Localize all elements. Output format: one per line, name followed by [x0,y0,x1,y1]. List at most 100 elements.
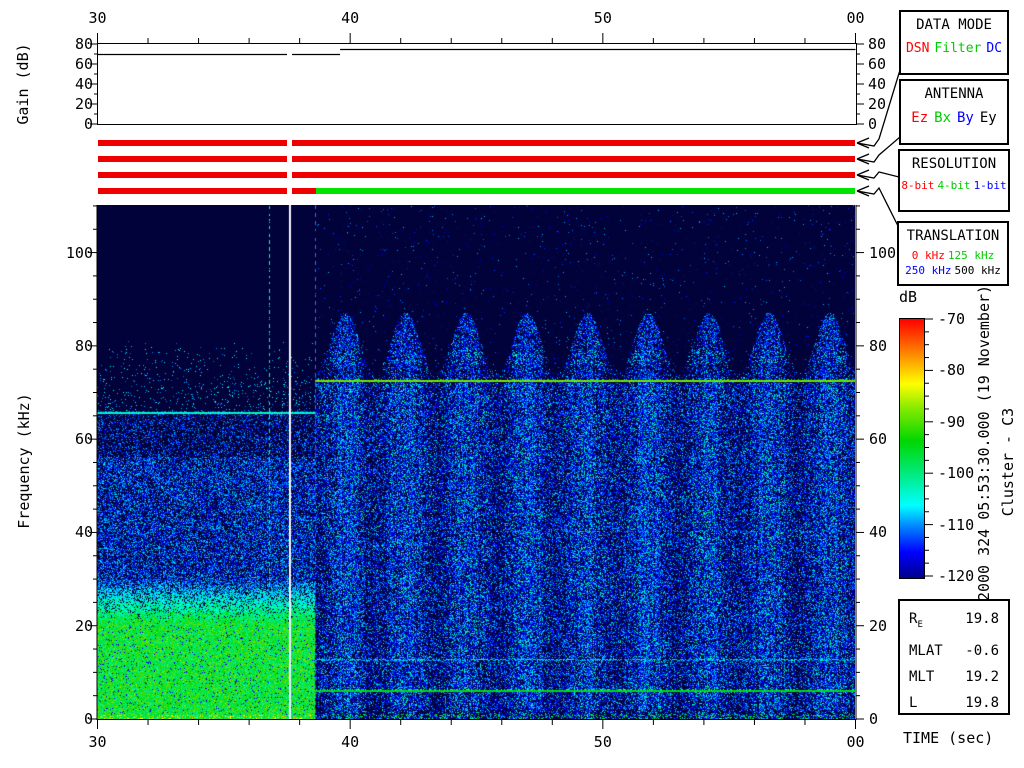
data-mode-bar-segment [97,140,287,146]
gain-tick-label-left: 80 [74,35,93,53]
gain-tick-label-right: 60 [868,55,887,73]
time-tick-label-top: 50 [593,9,612,27]
freq-tick-label-right: 40 [869,523,888,542]
gain-tick-label-left: 0 [83,115,93,133]
callout-translation [856,185,899,227]
time-tick-label-top: 40 [341,9,360,27]
ephemeris-row-mlt: MLT 19.2 [900,664,1008,690]
ephemeris-value: -0.6 [965,642,999,659]
data-mode-option-dsn: DSN [905,41,930,56]
antenna-bar-segment [97,156,287,162]
spectrogram-canvas [97,205,855,719]
colorbar-unit-label: dB [899,288,918,306]
callout-lines [856,69,901,227]
translation-option-125-khz: 125 kHz [947,249,995,262]
freq-tick-label-left: 60 [74,430,93,449]
translation-option-500-khz: 500 kHz [954,264,1001,277]
freq-tick-label-left: 20 [74,616,93,635]
data-mode-options: DSN Filter DC [901,41,1007,56]
spacecraft-annotation: Cluster - C3 [999,407,1017,517]
resolution-panel: RESOLUTION 8-bit 4-bit 1-bit [898,149,1010,212]
freq-tick-label-right: 100 [869,243,897,262]
ephemeris-label: MLAT [909,642,943,659]
gain-tick-label-right: 80 [868,35,887,53]
colorbar-tick-label: -100 [938,464,975,483]
freq-tick-label-left: 100 [65,243,93,262]
gain-tick-label-left: 20 [74,95,93,113]
freq-tick-label-right: 80 [869,336,888,355]
data-mode-title: DATA MODE [916,17,992,33]
gain-tick-label-left: 40 [74,75,93,93]
freq-tick-label-right: 20 [869,616,888,635]
resolution-option-4-bit: 4-bit [937,179,971,192]
translation-bar-segment [315,188,856,194]
time-tick-label-bottom: 00 [846,733,865,751]
data-mode-option-dc: DC [986,41,1003,56]
callout-resolution [856,169,900,181]
ephemeris-value: 19.2 [965,668,999,685]
gain-tick-label-right: 0 [868,115,878,133]
time-tick-label-top: 00 [846,9,865,27]
resolution-option-1-bit: 1-bit [973,179,1007,192]
antenna-option-bx: Bx [934,110,951,126]
translation-options: 0 kHz 125 kHz 250 kHz 500 kHz [899,248,1007,277]
translation-title: TRANSLATION [906,228,1000,244]
colorbar-tick-label: -80 [938,361,966,380]
translation-bar-segment [97,188,287,194]
freq-tick-label-right: 0 [869,710,879,728]
resolution-bar-segment [97,172,287,178]
ephemeris-label: L [909,694,918,711]
ephemeris-label: RE [909,611,923,630]
freq-tick-label-right: 60 [869,430,888,449]
ephemeris-value: 19.8 [965,694,999,711]
translation-row: 250 kHz 500 kHz [899,264,1007,277]
time-tick-label-top: 30 [88,9,107,27]
data-mode-panel: DATA MODE DSN Filter DC [899,10,1009,75]
ephemeris-row-mlat: MLAT -0.6 [900,638,1008,664]
callout-antenna [856,136,901,165]
resolution-option-8-bit: 8-bit [901,179,935,192]
gain-axis-label: Gain (dB) [14,43,32,125]
data-mode-option-filter: Filter [934,41,982,56]
colorbar-tick-label: -120 [938,567,975,585]
colorbar-tick-label: -90 [938,412,966,431]
translation-row: 0 kHz 125 kHz [899,249,1007,262]
time-tick-label-bottom: 40 [341,733,360,751]
spectrogram-plot-area [97,205,855,719]
resolution-title: RESOLUTION [911,156,997,172]
time-tick-label-bottom: 50 [593,733,612,751]
translation-panel: TRANSLATION 0 kHz 125 kHz 250 kHz 500 kHz [897,221,1009,286]
colorbar [899,318,925,579]
time-axis-label: TIME (sec) [903,729,994,747]
ephemeris-value: 19.8 [965,611,999,627]
antenna-option-ez: Ez [911,110,929,126]
gain-tick-label-left: 60 [74,55,93,73]
gain-tick-label-right: 20 [868,95,887,113]
freq-tick-label-left: 80 [74,336,93,355]
resolution-bar-segment [292,172,856,178]
wbd-spectrogram-display: Gain (dB) Frequency (kHz) DATA MODE DSN F… [0,0,1024,768]
antenna-options: Ez Bx By Ey [901,110,1007,126]
gain-tick-label-right: 40 [868,75,887,93]
antenna-bar-segment [292,156,856,162]
freq-tick-label-left: 0 [83,710,93,728]
data-mode-bar-segment [292,140,856,146]
antenna-option-ey: Ey [979,110,997,126]
resolution-options: 8-bit 4-bit 1-bit [900,179,1008,192]
colorbar-tick-label: -70 [938,310,966,328]
ephemeris-row-l: L 19.8 [900,690,1008,716]
colorbar-gradient [900,319,924,578]
gain-plot-area [97,43,857,125]
antenna-title: ANTENNA [924,86,984,102]
translation-bar-segment [292,188,316,194]
frequency-axis-label: Frequency (kHz) [15,393,33,529]
ephemeris-label: MLT [909,668,935,685]
ephemeris-row-re: RE 19.8 [900,606,1008,638]
translation-option-250-khz: 250 kHz [905,264,952,277]
datetime-annotation: 2000 324 05:53:30.000 (19 November) [975,284,993,602]
freq-tick-label-left: 40 [74,523,93,542]
antenna-option-by: By [957,110,974,126]
time-tick-label-bottom: 30 [88,733,107,751]
ephemeris-panel: RE 19.8 MLAT -0.6 MLT 19.2 L 19.8 [898,599,1010,715]
colorbar-tick-label: -110 [938,515,975,534]
